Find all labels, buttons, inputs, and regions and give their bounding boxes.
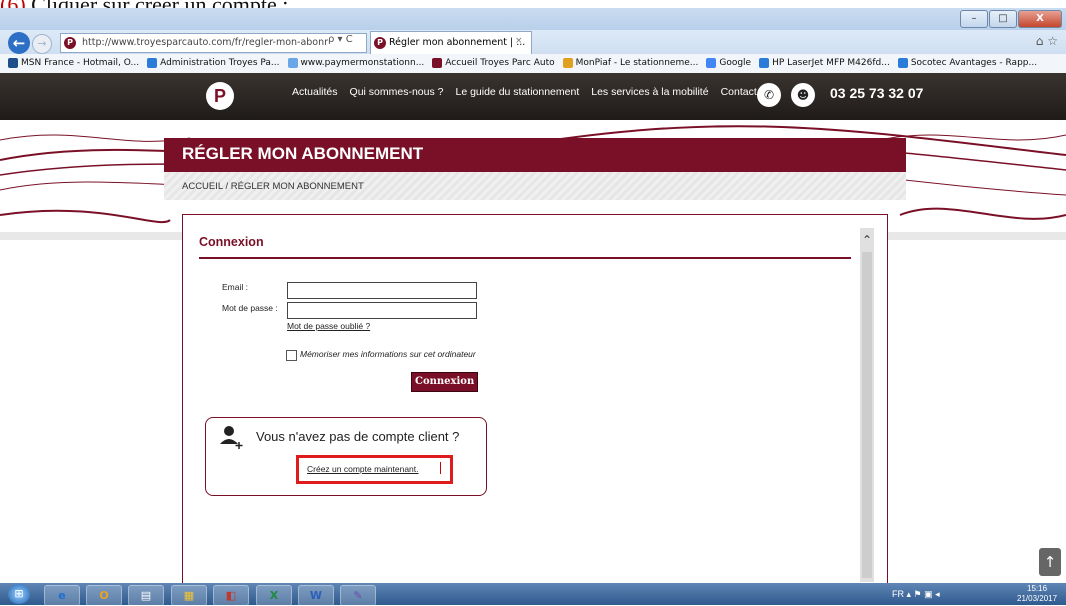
email-label: Email :	[222, 282, 248, 292]
nav-item[interactable]: Le guide du stationnement	[455, 86, 579, 98]
text-cursor	[440, 462, 441, 474]
site-logo[interactable]: P	[206, 82, 234, 110]
favorite-item[interactable]: HP LaserJet MFP M426fd...	[759, 54, 890, 73]
create-account-link[interactable]: Créez un compte maintenant.	[307, 464, 419, 474]
favorite-label: Accueil Troyes Parc Auto	[445, 58, 555, 68]
scroll-to-top-button[interactable]: ↑	[1039, 548, 1061, 576]
maximize-button[interactable]: □	[989, 10, 1017, 28]
add-user-icon	[220, 426, 243, 449]
email-field[interactable]	[287, 282, 477, 299]
clock-time: 15:16	[1027, 584, 1048, 593]
favorite-label: MonPiaf - Le stationneme...	[575, 58, 699, 68]
page-title: RÉGLER MON ABONNEMENT	[182, 144, 424, 163]
favorite-label: HP LaserJet MFP M426fd...	[772, 58, 890, 68]
start-button[interactable]: ⊞	[8, 584, 30, 604]
taskbar-app-icon[interactable]: O	[86, 585, 122, 606]
window-controls: – □ X	[960, 10, 1062, 28]
nav-item[interactable]: Les services à la mobilité	[591, 86, 708, 98]
favorites-bar: MSN France - Hotmail, O... Administration…	[0, 54, 1066, 74]
tab-favicon-icon: P	[374, 36, 386, 49]
content-panel	[182, 214, 888, 595]
close-button[interactable]: X	[1018, 10, 1062, 28]
favorite-label: MSN France - Hotmail, O...	[21, 58, 140, 68]
favorite-item[interactable]: Socotec Avantages - Rapp...	[897, 54, 1038, 73]
favorite-item[interactable]: www.paymermonstationn...	[287, 54, 425, 73]
favorite-icon	[706, 57, 717, 68]
remember-label: Mémoriser mes informations sur cet ordin…	[300, 349, 476, 359]
breadcrumb[interactable]: ACCUEIL / RÉGLER MON ABONNEMENT	[182, 181, 364, 192]
favorite-icon	[432, 57, 443, 68]
login-heading: Connexion	[199, 235, 264, 249]
scroll-up-icon[interactable]: ⌃	[860, 232, 874, 248]
tab-close-icon[interactable]: ×	[515, 36, 523, 46]
favorite-label: www.paymermonstationn...	[300, 58, 425, 68]
favorite-item[interactable]: Google	[706, 54, 751, 73]
favorite-icon	[897, 57, 908, 68]
home-icon[interactable]: ⌂	[1036, 34, 1044, 48]
password-field[interactable]	[287, 302, 477, 319]
nav-item[interactable]: Actualités	[292, 86, 338, 98]
address-bar[interactable]: Phttp://www.troyesparcauto.com/fr/regler…	[60, 33, 367, 53]
no-account-question: Vous n'avez pas de compte client ?	[256, 429, 460, 444]
language-indicator[interactable]: FR	[892, 589, 904, 599]
taskbar-app-icon[interactable]: e	[44, 585, 80, 606]
clock[interactable]: 15:16 21/03/2017	[1017, 584, 1057, 604]
favorite-label: Administration Troyes Pa...	[160, 58, 280, 68]
favorite-label: Google	[719, 58, 752, 68]
star-icon[interactable]: ☆	[1047, 34, 1058, 48]
heading-divider	[199, 257, 851, 259]
address-actions[interactable]: ρ ▾ C	[328, 34, 353, 45]
favorite-icon	[8, 57, 18, 68]
favorite-item[interactable]: MonPiaf - Le stationneme...	[562, 54, 699, 73]
phone-number: 03 25 73 32 07	[830, 85, 924, 101]
tab-title: Régler mon abonnement | ...	[389, 37, 526, 48]
taskbar-app-icon[interactable]: W	[298, 585, 334, 606]
phone-icon[interactable]: ✆	[757, 83, 781, 107]
favorite-item[interactable]: MSN France - Hotmail, O...	[8, 54, 139, 73]
forgot-password-link[interactable]: Mot de passe oublié ?	[287, 321, 370, 331]
taskbar-app-icon[interactable]: ▤	[128, 585, 164, 606]
taskbar-app-icon[interactable]: ▦	[171, 585, 207, 606]
taskbar-app-icon[interactable]: ◧	[213, 585, 249, 606]
scrollbar-thumb[interactable]	[862, 252, 872, 578]
taskbar-app-icon[interactable]: ✎	[340, 585, 376, 606]
minimize-button[interactable]: –	[960, 10, 988, 28]
back-button[interactable]: ←	[8, 32, 30, 54]
users-icon[interactable]: ☻	[791, 83, 815, 107]
favorite-icon	[287, 57, 298, 68]
remember-checkbox[interactable]	[286, 350, 297, 361]
favorite-icon	[759, 57, 770, 68]
nav-item[interactable]: Contact	[721, 86, 757, 98]
browser-tool-icons[interactable]: ⌂ ☆	[1036, 34, 1058, 48]
favorite-label: Socotec Avantages - Rapp...	[910, 58, 1038, 68]
site-nav: Actualités Qui sommes-nous ? Le guide du s…	[292, 86, 757, 98]
site-favicon-icon: P	[64, 36, 76, 49]
taskbar-app-icon[interactable]: X	[256, 585, 292, 606]
favorite-item[interactable]: Administration Troyes Pa...	[147, 54, 280, 73]
nav-item[interactable]: Qui sommes-nous ?	[350, 86, 444, 98]
favorite-item[interactable]: Accueil Troyes Parc Auto	[432, 54, 555, 73]
password-label: Mot de passe :	[222, 303, 278, 313]
favorite-icon	[562, 57, 573, 68]
forward-button[interactable]: →	[32, 34, 52, 54]
clock-date: 21/03/2017	[1017, 594, 1058, 603]
connexion-button[interactable]: Connexion	[411, 372, 479, 392]
system-tray: FR ▴ ⚑ ▣ ◂	[892, 589, 940, 599]
favorite-icon	[147, 57, 158, 68]
address-text: http://www.troyesparcauto.com/fr/regler-…	[82, 37, 329, 48]
browser-tab[interactable]: P Régler mon abonnement | ...	[370, 31, 532, 54]
window-titlebar	[0, 8, 1066, 30]
